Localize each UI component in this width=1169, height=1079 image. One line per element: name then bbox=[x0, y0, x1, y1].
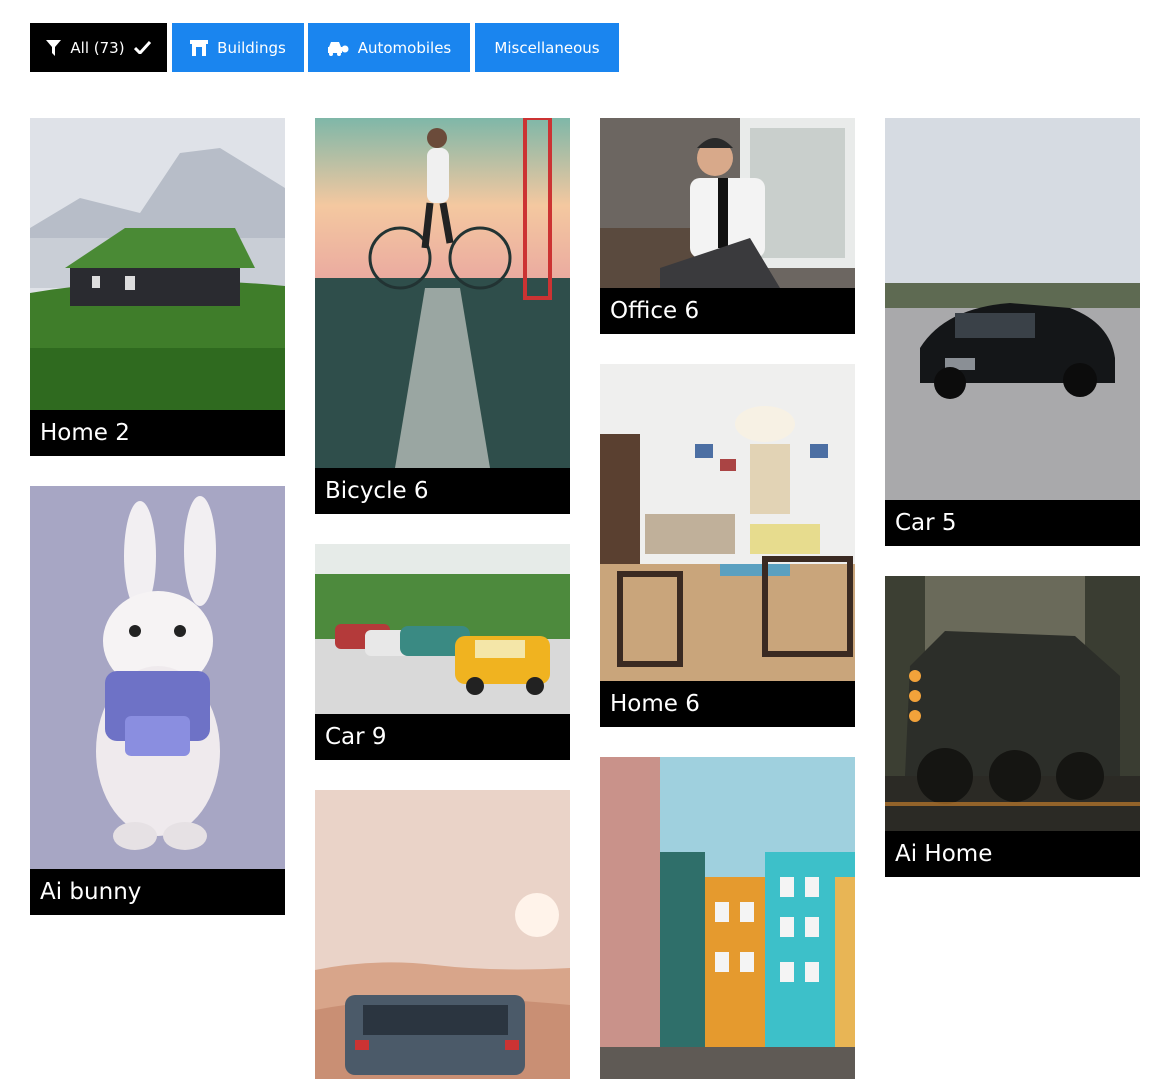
card-caption: Home 6 bbox=[600, 681, 855, 727]
card-caption: Ai bunny bbox=[30, 869, 285, 915]
ai-bunny-image bbox=[30, 486, 285, 869]
card-caption: Car 9 bbox=[315, 714, 570, 760]
filter-miscellaneous-label: Miscellaneous bbox=[494, 38, 600, 57]
home-6-image bbox=[600, 364, 855, 681]
gallery-card-desert-car[interactable] bbox=[315, 790, 570, 1079]
filter-icon bbox=[46, 39, 62, 56]
card-caption: Ai Home bbox=[885, 831, 1140, 877]
card-caption: Office 6 bbox=[600, 288, 855, 334]
gallery-card-office-6[interactable]: Office 6 bbox=[600, 118, 855, 334]
filter-all-label: All (73) bbox=[70, 38, 125, 57]
card-caption: Bicycle 6 bbox=[315, 468, 570, 514]
car-wrench-icon bbox=[327, 40, 349, 56]
filter-automobiles-label: Automobiles bbox=[357, 38, 452, 57]
gallery-card-ai-home[interactable]: Ai Home bbox=[885, 576, 1140, 877]
card-caption: Car 5 bbox=[885, 500, 1140, 546]
gallery-card-ai-bunny[interactable]: Ai bunny bbox=[30, 486, 285, 915]
filter-buildings-label: Buildings bbox=[217, 38, 286, 57]
building-icon bbox=[190, 39, 209, 56]
gallery-card-colorful-houses[interactable] bbox=[600, 757, 855, 1079]
gallery-card-car-5[interactable]: Car 5 bbox=[885, 118, 1140, 546]
office-6-image bbox=[600, 118, 855, 288]
colorful-houses-image bbox=[600, 757, 855, 1079]
ai-home-image bbox=[885, 576, 1140, 831]
checkmark-icon bbox=[133, 41, 151, 54]
filter-buildings-button[interactable]: Buildings bbox=[172, 23, 304, 72]
filter-miscellaneous-button[interactable]: Miscellaneous bbox=[475, 23, 619, 72]
car-5-image bbox=[885, 118, 1140, 500]
gallery-card-bicycle-6[interactable]: Bicycle 6 bbox=[315, 118, 570, 514]
gallery-card-home-6[interactable]: Home 6 bbox=[600, 364, 855, 727]
bicycle-6-image bbox=[315, 118, 570, 468]
gallery-card-home-2[interactable]: Home 2 bbox=[30, 118, 285, 456]
card-caption: Home 2 bbox=[30, 410, 285, 456]
home-2-image bbox=[30, 118, 285, 410]
filter-automobiles-button[interactable]: Automobiles bbox=[308, 23, 470, 72]
car-9-image bbox=[315, 544, 570, 714]
filter-all-button[interactable]: All (73) bbox=[30, 23, 167, 72]
desert-car-image bbox=[315, 790, 570, 1079]
gallery-card-car-9[interactable]: Car 9 bbox=[315, 544, 570, 760]
